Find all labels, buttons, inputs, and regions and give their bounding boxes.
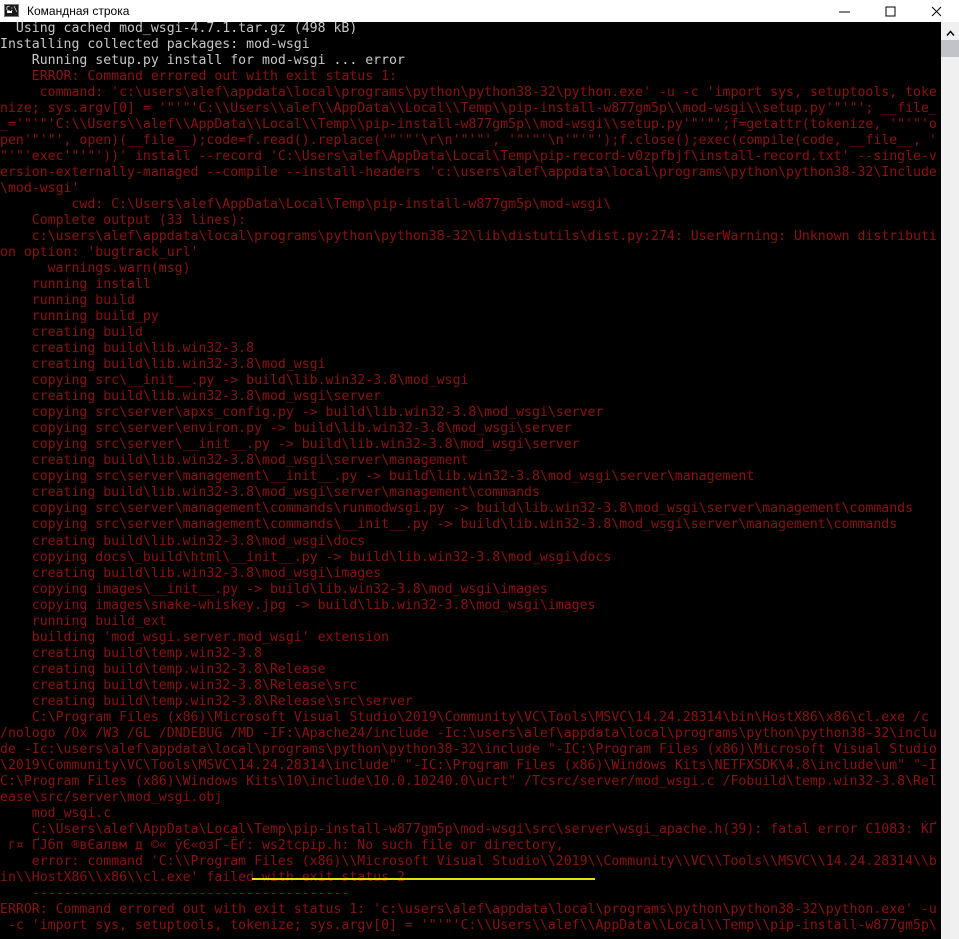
- console-line: ease\src/server\mod_wsgi.obj: [0, 789, 223, 805]
- scrollbar-up-arrow-button[interactable]: [941, 22, 959, 40]
- console-line: warnings.warn(msg): [0, 261, 191, 277]
- console-line: Complete output (33 lines):: [0, 213, 247, 229]
- window-title: Командная строка: [27, 4, 130, 18]
- console-line: running build: [0, 293, 135, 309]
- console-line: running install: [0, 277, 151, 293]
- console-line: ----------------------------------------: [0, 885, 350, 901]
- console-line: creating build\lib.win32-3.8\mod_wsgi\im…: [0, 565, 382, 581]
- console-line: c:\users\alef\appdata\local\programs\pyt…: [0, 229, 937, 245]
- console-line: copying src\server\environ.py -> build\l…: [0, 421, 572, 437]
- console-line: creating build\temp.win32-3.8\Release\sr…: [0, 677, 358, 693]
- console-line: copying docs\_build\html\__init__.py -> …: [0, 549, 612, 565]
- console-line: copying src\server\management\commands\_…: [0, 517, 898, 533]
- minimize-icon: [838, 5, 851, 18]
- console-line: mod_wsgi.c: [0, 805, 112, 821]
- console-line: de -Ic:\users\alef\appdata\local\program…: [0, 741, 937, 757]
- console-line: creating build\lib.win32-3.8\mod_wsgi\se…: [0, 453, 469, 469]
- cmd-console-icon: C:\: [3, 2, 21, 20]
- console-line: C:\Program Files (x86)\Windows Kits\10\i…: [0, 773, 937, 789]
- scrollbar-thumb[interactable]: [941, 40, 959, 57]
- console-line: copying src\server\__init__.py -> build\…: [0, 437, 580, 453]
- console-line: creating build\temp.win32-3.8\Release: [0, 661, 326, 677]
- console-line: Running setup.py install for mod-wsgi ..…: [0, 53, 405, 69]
- console-line: Installing collected packages: mod-wsgi: [0, 37, 310, 53]
- console-line: creating build\lib.win32-3.8\mod_wsgi\se…: [0, 485, 540, 501]
- console-line: copying src\server\apxs_config.py -> bui…: [0, 405, 604, 421]
- console-line: on option: 'bugtrack_url': [0, 245, 199, 261]
- console-line: _='"'"'C:\\Users\\alef\\AppData\\Local\\…: [0, 117, 937, 133]
- console-line: Using cached mod_wsgi-4.7.1.tar.gz (498 …: [0, 22, 358, 36]
- console-line: creating build\temp.win32-3.8\Release\sr…: [0, 693, 413, 709]
- console-line: copying images\__init__.py -> build\lib.…: [0, 581, 548, 597]
- console-line: creating build\lib.win32-3.8: [0, 341, 255, 357]
- console-line: ERROR: Command errored out with exit sta…: [0, 69, 397, 85]
- console-line: cwd: C:\Users\alef\AppData\Local\Temp\pi…: [0, 197, 612, 213]
- console-line: creating build\lib.win32-3.8\mod_wsgi: [0, 357, 326, 373]
- console-line: command: 'c:\users\alef\appdata\local\pr…: [0, 85, 937, 101]
- console-scrollbar[interactable]: [941, 22, 959, 939]
- console-line: pen'"'"', open)(__file__);code=f.read().…: [0, 133, 937, 149]
- console-line: copying src\__init__.py -> build\lib.win…: [0, 373, 469, 389]
- console-line: ERROR: Command errored out with exit sta…: [0, 901, 937, 917]
- chevron-up-icon: [945, 22, 955, 41]
- console-line: C:\Users\alef\AppData\Local\Temp\pip-ins…: [0, 821, 937, 837]
- console-line: creating build\lib.win32-3.8\mod_wsgi\do…: [0, 533, 366, 549]
- console-line: copying src\server\management\__init__.p…: [0, 469, 755, 485]
- console-line: creating build\lib.win32-3.8\mod_wsgi\se…: [0, 389, 382, 405]
- console-line: /nologo /Ox /W3 /GL /DNDEBUG /MD -IF:\Ap…: [0, 725, 937, 741]
- window-titlebar: C:\ Командная строка: [0, 0, 959, 22]
- cmd-window: C:\ Командная строка Using cached mod_ws…: [0, 0, 959, 939]
- console-line: copying images\snake-whiskey.jpg -> buil…: [0, 597, 596, 613]
- console-text-viewport: Using cached mod_wsgi-4.7.1.tar.gz (498 …: [0, 22, 941, 939]
- close-icon: [930, 5, 943, 18]
- close-button[interactable]: [913, 0, 959, 22]
- console-line: \mod-wsgi': [0, 181, 80, 197]
- console-line: -c 'import sys, setuptools, tokenize; sy…: [0, 917, 937, 933]
- console-line: г¤ ҐЈбп ®вЄалвм д ©« ўЄ«озҐ-Ёѓ: ws2tcpip…: [0, 837, 564, 853]
- console-line: C:\Program Files (x86)\Microsoft Visual …: [0, 709, 929, 725]
- scrollbar-track[interactable]: [941, 57, 959, 939]
- console-line: \2019\Community\VC\Tools\MSVC\14.24.2831…: [0, 757, 937, 773]
- console-line: "'"'exec'"'"'))' install --record 'C:\Us…: [0, 149, 937, 165]
- console-line-list: Using cached mod_wsgi-4.7.1.tar.gz (498 …: [0, 22, 941, 934]
- console-line: nize; sys.argv[0] = '"'"'C:\\Users\\alef…: [0, 101, 937, 117]
- maximize-icon: [884, 5, 897, 18]
- minimize-button[interactable]: [821, 0, 867, 22]
- console-line: creating build: [0, 325, 143, 341]
- console-line: running build_py: [0, 309, 159, 325]
- console-line: copying src\server\management\commands\r…: [0, 501, 914, 517]
- console-line: running build_ext: [0, 613, 167, 629]
- console-output-area[interactable]: Using cached mod_wsgi-4.7.1.tar.gz (498 …: [0, 22, 959, 939]
- ws2tcpip-underline-annotation: [252, 878, 595, 880]
- console-line: ersion-externally-managed --compile --in…: [0, 165, 937, 181]
- console-line: building 'mod_wsgi.server.mod_wsgi' exte…: [0, 629, 390, 645]
- console-line: creating build\temp.win32-3.8: [0, 645, 263, 661]
- console-line: error: command 'C:\\Program Files (x86)\…: [0, 853, 937, 869]
- maximize-button[interactable]: [867, 0, 913, 22]
